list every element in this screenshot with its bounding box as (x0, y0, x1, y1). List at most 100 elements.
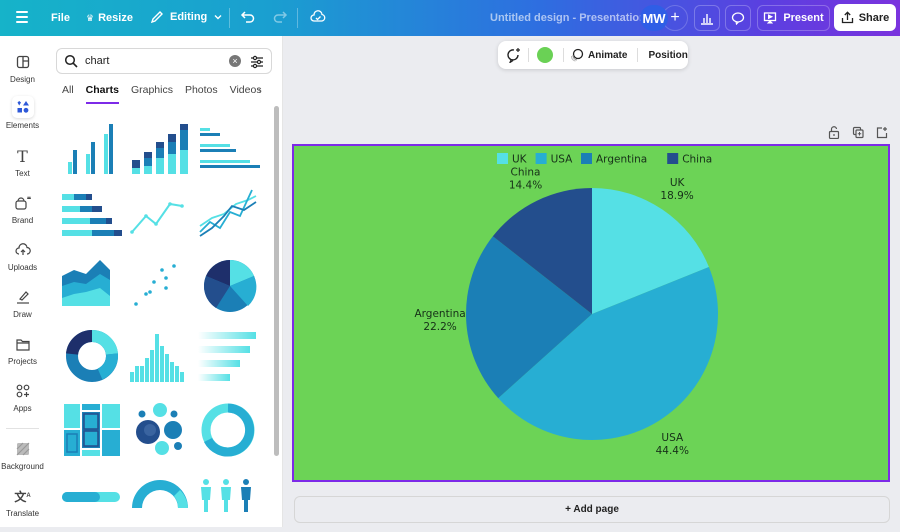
toolbar-divider (563, 48, 564, 62)
rail-item-design[interactable]: Design (0, 52, 45, 84)
save-status-button[interactable] (310, 9, 326, 30)
search-input[interactable] (85, 55, 225, 67)
rail-label: Brand (11, 216, 34, 225)
color-swatch-button[interactable] (537, 47, 553, 63)
legend-item-usa: USA (535, 153, 573, 166)
hamburger-icon[interactable] (16, 11, 28, 25)
editing-label: Editing (170, 11, 208, 23)
rail-label: Elements (5, 121, 40, 130)
filter-sliders-icon[interactable] (249, 54, 265, 70)
thumbnail-pictogram-chart[interactable] (196, 472, 260, 532)
thumbnail-donut-chart[interactable] (60, 326, 124, 386)
share-button[interactable]: Share (834, 4, 896, 31)
thumbnail-half-donut-gauge[interactable] (128, 472, 192, 532)
translate-icon: 文A (14, 489, 31, 504)
thumbnail-gradient-bars[interactable] (196, 326, 260, 386)
clear-search-button[interactable]: × (229, 55, 241, 67)
undo-button[interactable] (240, 9, 256, 30)
thumbnail-pie-chart[interactable] (196, 256, 260, 316)
rail-item-brand[interactable]: Brand (0, 193, 45, 225)
chart-legend: UK USA Argentina China (497, 153, 712, 166)
search-icon (64, 54, 78, 68)
rail-item-text[interactable]: T Text (0, 146, 45, 179)
chevron-down-icon (214, 15, 222, 20)
pencil-icon (150, 11, 163, 24)
legend-swatch (497, 153, 508, 164)
editing-mode-button[interactable]: Editing (150, 10, 223, 24)
top-bar: File ♛ Resize Editing Untitled design - … (0, 0, 900, 36)
toolbar-divider (229, 8, 230, 28)
rail-item-projects[interactable]: Projects (0, 334, 45, 366)
tabs-scroll-right-button[interactable]: › (258, 85, 262, 97)
thumbnail-ring-progress[interactable] (196, 400, 260, 460)
thumbnail-line-chart[interactable] (128, 186, 192, 246)
resize-button[interactable]: ♛ Resize (86, 12, 133, 24)
thumbnail-scatter-plot[interactable] (128, 256, 192, 316)
comment-button[interactable] (725, 5, 751, 31)
thumbnail-stacked-bar-chart[interactable] (128, 120, 192, 180)
pie-label-usa: USA 44.4% (656, 432, 689, 457)
rail-divider (6, 428, 39, 429)
panel-scrollbar[interactable] (274, 106, 279, 456)
toolbar-divider (528, 48, 529, 62)
thumbnail-area-chart[interactable] (60, 256, 124, 316)
tab-photos[interactable]: Photos (185, 84, 218, 104)
context-toolbar: Animate Position (498, 41, 688, 69)
thumbnail-horizontal-bar-chart[interactable] (196, 120, 260, 180)
legend-item-uk: UK (497, 153, 528, 166)
present-button[interactable]: Present (757, 5, 830, 31)
animate-button[interactable]: Animate (570, 48, 627, 62)
tab-graphics[interactable]: Graphics (131, 84, 173, 104)
thumbnail-multi-line-chart[interactable] (196, 186, 260, 246)
thumbnail-grouped-bar-chart[interactable] (60, 120, 124, 180)
legend-label: Argentina (596, 154, 647, 166)
search-box: × (56, 48, 272, 74)
rail-item-translate[interactable]: 文A Translate (0, 486, 45, 519)
rail-label: Apps (13, 404, 32, 413)
rail-item-uploads[interactable]: Uploads (0, 240, 45, 272)
present-label: Present (783, 12, 824, 24)
rail-item-background[interactable]: Background (0, 439, 45, 471)
cloud-check-icon (310, 10, 326, 22)
side-rail: Design Elements T Text Brand Uploads Dra… (0, 36, 45, 527)
rail-item-apps[interactable]: Apps (0, 381, 45, 413)
file-menu-button[interactable]: File (51, 12, 70, 24)
legend-swatch (581, 153, 592, 164)
position-button[interactable]: Position (648, 50, 687, 61)
share-label: Share (858, 11, 890, 24)
rail-item-draw[interactable]: Draw (0, 287, 45, 319)
tab-charts[interactable]: Charts (85, 84, 119, 104)
legend-item-argentina: Argentina (581, 153, 647, 166)
thumbnail-histogram[interactable] (128, 326, 192, 386)
document-title[interactable]: Untitled design - Presentation (490, 12, 646, 24)
lock-icon[interactable] (828, 126, 840, 139)
add-page-button[interactable]: + Add page (294, 496, 890, 523)
comment-icon (731, 12, 745, 25)
avatar[interactable]: MW (640, 5, 668, 31)
thumbnail-progress-bar[interactable] (60, 472, 124, 532)
thumbnail-bubble-chart[interactable] (128, 400, 192, 460)
pie-chart[interactable]: UK USA Argentina China UK 18.9% USA 44.4% Argen… (294, 146, 892, 484)
add-page-icon[interactable] (876, 126, 888, 139)
animate-icon (570, 48, 584, 62)
duplicate-page-icon[interactable] (852, 126, 864, 139)
rail-item-elements[interactable]: Elements (0, 96, 45, 130)
thumbnail-tree-map[interactable] (60, 400, 124, 460)
crown-icon: ♛ (86, 12, 95, 23)
magic-replace-icon[interactable] (506, 47, 522, 63)
pie-label-uk: UK 18.9% (660, 177, 693, 202)
design-page[interactable]: UK USA Argentina China UK 18.9% USA 44.4% Argen… (292, 144, 890, 482)
tab-videos[interactable]: Videos (230, 84, 262, 104)
page-tools (828, 126, 888, 139)
background-pattern-icon (13, 439, 33, 459)
insights-button[interactable] (694, 5, 720, 31)
thumbnail-stacked-horizontal-bar-chart[interactable] (60, 186, 124, 246)
tab-all[interactable]: All (62, 84, 74, 104)
legend-swatch (667, 153, 679, 164)
legend-label: China (682, 154, 712, 166)
close-icon: × (232, 55, 238, 66)
toolbar-divider (637, 48, 639, 62)
rail-label: Text (15, 169, 30, 178)
redo-button[interactable] (272, 9, 288, 30)
rail-label: Background (1, 462, 44, 471)
